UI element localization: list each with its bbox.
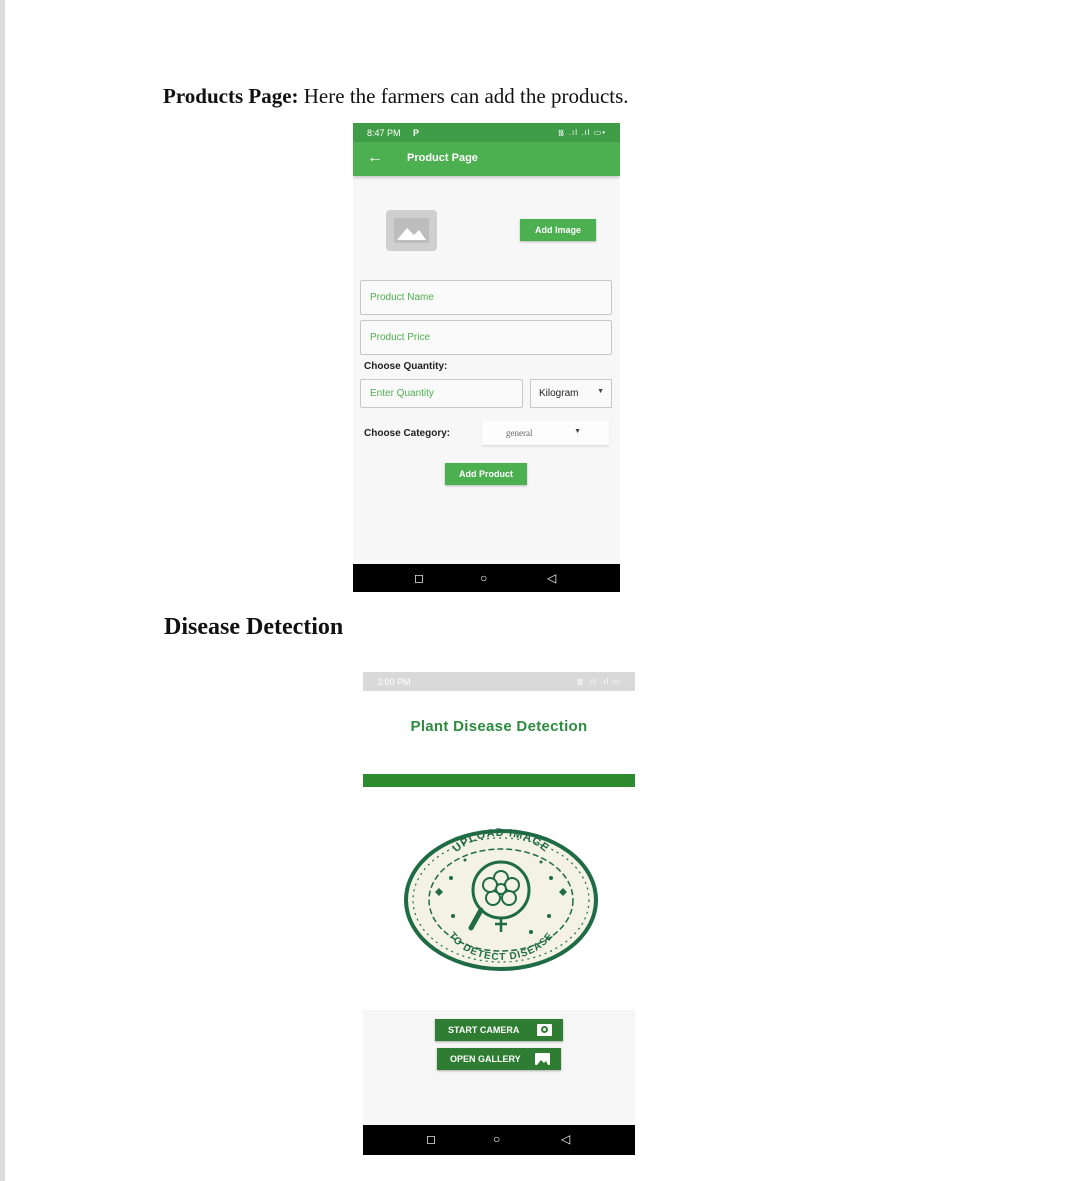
status-bar: 8:47 PM P ᯾ .ıl .ıl ▭• [353,123,620,142]
product-image-placeholder[interactable] [386,210,437,251]
category-selected-value: general [506,428,533,438]
home-icon[interactable]: ○ [480,571,487,585]
product-price-field[interactable]: Product Price [360,320,612,355]
disease-detection-heading: Disease Detection [164,614,344,640]
signal-battery-icons: ᯾ .ıl .ıl ▭• [557,128,606,137]
products-page-caption: Products Page: Here the farmers can add … [163,84,629,109]
green-divider-bar [363,774,635,787]
add-product-button[interactable]: Add Product [445,463,527,485]
quantity-field[interactable]: Enter Quantity [360,379,523,408]
start-camera-label: START CAMERA [448,1025,520,1035]
home-icon[interactable]: ○ [493,1132,500,1146]
status-time: 3:00 PM [377,677,411,687]
choose-category-label: Choose Category: [364,428,451,439]
android-nav-bar: ◻ ○ ◁ [353,564,620,592]
signal-battery-icons: ᯾ .ıl .ıl ▭ [576,677,621,686]
add-image-button[interactable]: Add Image [520,219,596,241]
recent-apps-icon[interactable]: ◻ [414,571,424,585]
caption-text: Here the farmers can add the products. [298,84,629,108]
back-nav-icon[interactable]: ◁ [547,571,556,585]
product-page-screenshot: 8:47 PM P ᯾ .ıl .ıl ▭• ← Product Page Ad… [353,123,620,592]
camera-icon [537,1024,552,1036]
choose-quantity-label: Choose Quantity: [364,361,448,372]
unit-selected-value: Kilogram [539,388,579,399]
dropdown-caret-icon: ▼ [597,388,604,395]
upload-image-logo[interactable]: UPLOAD IMAGE TO DETECT DISEASE [401,820,601,976]
dropdown-caret-icon: ▼ [574,428,581,435]
disease-detection-screenshot: 3:00 PM ᯾ .ıl .ıl ▭ Plant Disease Detect… [363,672,635,1155]
unit-dropdown[interactable]: Kilogram ▼ [530,379,612,408]
open-gallery-label: OPEN GALLERY [450,1054,521,1064]
image-placeholder-icon [394,218,429,243]
back-nav-icon[interactable]: ◁ [561,1132,570,1146]
back-arrow-icon[interactable]: ← [367,149,383,167]
app-bar-title: Product Page [407,152,478,164]
caption-bold-label: Products Page: [163,84,299,108]
product-name-field[interactable]: Product Name [360,280,612,315]
open-gallery-button[interactable]: OPEN GALLERY [437,1048,561,1070]
pinterest-notification-icon: P [413,128,420,138]
screen-title: Plant Disease Detection [410,718,588,735]
app-bar: ← Product Page [353,142,620,176]
status-time: 8:47 PM [367,128,401,138]
page-left-border [0,0,5,1181]
recent-apps-icon[interactable]: ◻ [426,1132,436,1146]
android-nav-bar: ◻ ○ ◁ [363,1125,635,1155]
category-dropdown[interactable]: general ▼ [482,421,609,446]
gallery-icon [535,1053,550,1065]
start-camera-button[interactable]: START CAMERA [435,1019,563,1041]
status-bar: 3:00 PM ᯾ .ıl .ıl ▭ [363,672,635,691]
